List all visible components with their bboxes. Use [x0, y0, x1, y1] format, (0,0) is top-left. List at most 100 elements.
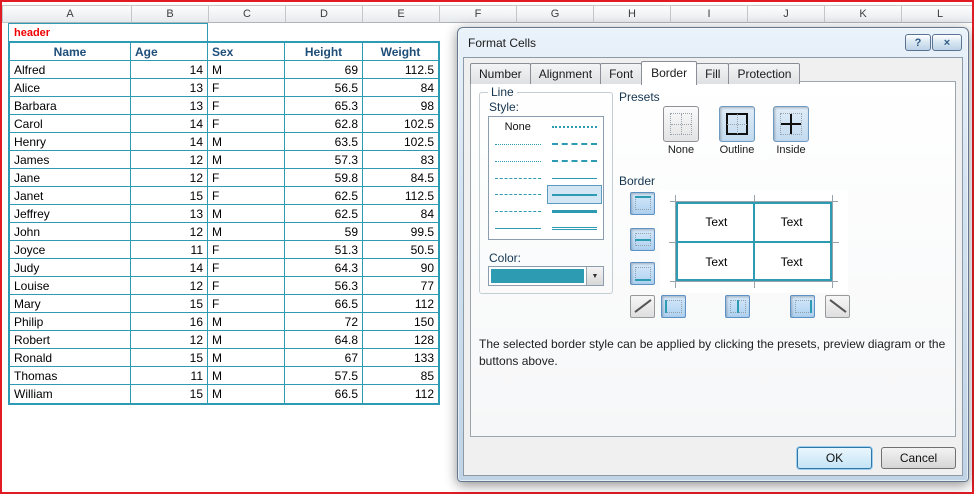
line-style-dash-dot[interactable]: [491, 170, 545, 187]
column-header[interactable]: H: [594, 5, 671, 23]
cell-name[interactable]: Robert: [10, 331, 131, 349]
cell-sex[interactable]: M: [208, 151, 285, 169]
cell-age[interactable]: 12: [131, 277, 208, 295]
cell-name[interactable]: Thomas: [10, 367, 131, 385]
table-row[interactable]: Jeffrey 13 M 62.5 84: [10, 205, 438, 223]
cell-age[interactable]: 12: [131, 331, 208, 349]
table-row[interactable]: Joyce 11 F 51.3 50.5: [10, 241, 438, 259]
column-header[interactable]: F: [440, 5, 517, 23]
cancel-button[interactable]: Cancel: [881, 447, 956, 469]
cell-weight[interactable]: 90: [363, 259, 438, 277]
cell-height[interactable]: 66.5: [285, 295, 363, 313]
preset-none-button[interactable]: [663, 106, 699, 142]
cell-age[interactable]: 12: [131, 169, 208, 187]
cell-sex[interactable]: F: [208, 169, 285, 187]
close-icon[interactable]: ×: [932, 34, 962, 51]
table-row[interactable]: Henry 14 M 63.5 102.5: [10, 133, 438, 151]
table-row[interactable]: Robert 12 M 64.8 128: [10, 331, 438, 349]
cell-weight[interactable]: 112.5: [363, 61, 438, 79]
line-style-dotted[interactable]: [491, 136, 545, 153]
header-cell-name[interactable]: Name: [10, 43, 131, 61]
cell-name[interactable]: Philip: [10, 313, 131, 331]
tab-alignment[interactable]: Alignment: [530, 63, 601, 84]
color-dropdown[interactable]: ▼: [488, 266, 604, 286]
cell-age[interactable]: 15: [131, 295, 208, 313]
table-row[interactable]: Alice 13 F 56.5 84: [10, 79, 438, 97]
line-style-none-option[interactable]: None: [491, 119, 545, 136]
cell-height[interactable]: 65.3: [285, 97, 363, 115]
table-row[interactable]: William 15 M 66.5 112: [10, 385, 438, 403]
cell-age[interactable]: 11: [131, 241, 208, 259]
cell-weight[interactable]: 84.5: [363, 169, 438, 187]
column-header[interactable]: B: [132, 5, 209, 23]
cell-name[interactable]: Ronald: [10, 349, 131, 367]
dropdown-arrow-icon[interactable]: ▼: [586, 267, 603, 285]
cell-weight[interactable]: 128: [363, 331, 438, 349]
ok-button[interactable]: OK: [797, 447, 872, 469]
cell-weight[interactable]: 150: [363, 313, 438, 331]
tab-border[interactable]: Border: [641, 61, 697, 85]
dialog-titlebar[interactable]: Format Cells ? ×: [458, 28, 968, 57]
cell-sex[interactable]: M: [208, 61, 285, 79]
help-icon[interactable]: ?: [905, 34, 931, 51]
cell-name[interactable]: Jane: [10, 169, 131, 187]
bottom-border-button[interactable]: [630, 262, 655, 285]
line-style-small-dashed[interactable]: [491, 203, 545, 220]
cell-weight[interactable]: 133: [363, 349, 438, 367]
cell-height[interactable]: 51.3: [285, 241, 363, 259]
cell-age[interactable]: 14: [131, 61, 208, 79]
line-style-listbox[interactable]: None: [488, 116, 604, 240]
table-row[interactable]: Judy 14 F 64.3 90: [10, 259, 438, 277]
cell-height[interactable]: 62.5: [285, 187, 363, 205]
cell-height[interactable]: 56.5: [285, 79, 363, 97]
cell-weight[interactable]: 99.5: [363, 223, 438, 241]
left-border-button[interactable]: [661, 295, 686, 318]
diagonal-down-border-button[interactable]: [825, 295, 850, 318]
cell-height[interactable]: 72: [285, 313, 363, 331]
line-style-thin[interactable]: [491, 220, 545, 237]
header-cell-weight[interactable]: Weight: [363, 43, 438, 61]
cell-height[interactable]: 62.5: [285, 205, 363, 223]
table-row[interactable]: Ronald 15 M 67 133: [10, 349, 438, 367]
cell-age[interactable]: 15: [131, 385, 208, 403]
cell-sex[interactable]: M: [208, 367, 285, 385]
cell-age[interactable]: 14: [131, 115, 208, 133]
cell-weight[interactable]: 77: [363, 277, 438, 295]
cell-name[interactable]: Janet: [10, 187, 131, 205]
tab-number[interactable]: Number: [470, 63, 531, 84]
top-border-button[interactable]: [630, 192, 655, 215]
cell-sex[interactable]: M: [208, 313, 285, 331]
cell-age[interactable]: 14: [131, 259, 208, 277]
cell-a1[interactable]: header: [8, 23, 208, 41]
cell-age[interactable]: 13: [131, 79, 208, 97]
cell-age[interactable]: 15: [131, 187, 208, 205]
cell-weight[interactable]: 102.5: [363, 133, 438, 151]
cell-name[interactable]: William: [10, 385, 131, 403]
cell-height[interactable]: 57.5: [285, 367, 363, 385]
line-style-dash-dot-dot[interactable]: [491, 153, 545, 170]
middle-horizontal-border-button[interactable]: [630, 228, 655, 251]
table-row[interactable]: Janet 15 F 62.5 112.5: [10, 187, 438, 205]
cell-weight[interactable]: 84: [363, 79, 438, 97]
cell-sex[interactable]: F: [208, 97, 285, 115]
cell-height[interactable]: 56.3: [285, 277, 363, 295]
table-row[interactable]: John 12 M 59 99.5: [10, 223, 438, 241]
cell-height[interactable]: 66.5: [285, 385, 363, 403]
tab-font[interactable]: Font: [600, 63, 642, 84]
tab-fill[interactable]: Fill: [696, 63, 729, 84]
cell-sex[interactable]: M: [208, 223, 285, 241]
cell-height[interactable]: 57.3: [285, 151, 363, 169]
column-header[interactable]: J: [748, 5, 825, 23]
cell-sex[interactable]: F: [208, 187, 285, 205]
column-header[interactable]: L: [902, 5, 972, 23]
cell-height[interactable]: 69: [285, 61, 363, 79]
cell-weight[interactable]: 112: [363, 295, 438, 313]
cell-age[interactable]: 14: [131, 133, 208, 151]
line-style-thick[interactable]: [548, 203, 602, 220]
cell-sex[interactable]: F: [208, 241, 285, 259]
line-style-med-dash-dot-dot[interactable]: [548, 119, 602, 136]
table-row[interactable]: Carol 14 F 62.8 102.5: [10, 115, 438, 133]
cell-sex[interactable]: M: [208, 349, 285, 367]
column-header[interactable]: A: [9, 5, 132, 23]
cell-height[interactable]: 64.3: [285, 259, 363, 277]
